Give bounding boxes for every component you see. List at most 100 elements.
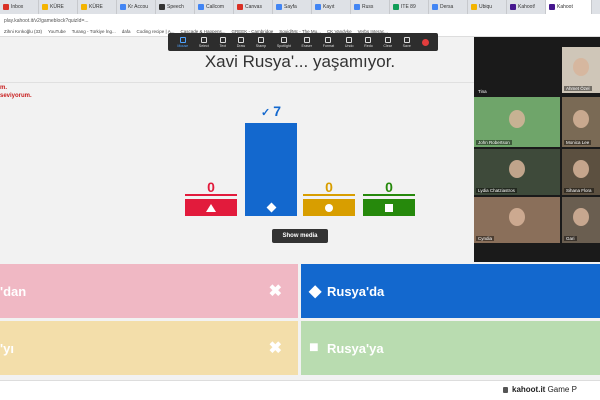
browser-tab[interactable]: Russ	[351, 0, 390, 14]
wrong-cross-icon: ✖	[268, 283, 282, 300]
zoom-annotation-toolbar: Mouse Select Text Draw Stamp Spotlight Eraser F…	[168, 33, 438, 51]
tab-favicon-icon	[315, 4, 321, 10]
browser-tab[interactable]: Ubiqu	[468, 0, 507, 14]
browser-tab[interactable]: Kr Accou	[117, 0, 156, 14]
participant-video-tile[interactable]: John Robertson	[474, 97, 560, 147]
result-bar-base	[185, 199, 237, 216]
browser-tab[interactable]: Sayfa	[273, 0, 312, 14]
clipped-side-text: m. seviyorum.	[0, 84, 32, 100]
tab-favicon-icon	[237, 4, 243, 10]
result-count-value: 7	[273, 103, 281, 119]
tab-favicon-icon	[354, 4, 360, 10]
browser-tab[interactable]: Dersa	[429, 0, 468, 14]
zoom-tool-redo[interactable]: Redo	[364, 36, 373, 48]
bookmark-item[interactable]: YouTube	[48, 29, 66, 34]
zoom-tool-clear[interactable]: Clear	[383, 36, 392, 48]
show-media-button[interactable]: Show media	[272, 229, 328, 243]
zoom-tool-stamp[interactable]: Stamp	[256, 36, 266, 48]
zoom-tool-mouse[interactable]: Mouse	[177, 36, 188, 48]
participant-name: Monica Lee	[564, 140, 592, 145]
tab-label: Speech	[167, 4, 184, 10]
tab-favicon-icon	[159, 4, 165, 10]
bookmark-item[interactable]: dafa	[122, 29, 131, 34]
result-bar-base	[303, 199, 355, 216]
participant-name: Gari	[564, 236, 577, 241]
zoom-tool-label: Undo	[344, 43, 354, 48]
question-divider	[0, 82, 474, 83]
browser-tab[interactable]: Callcom	[195, 0, 234, 14]
participant-video-tile[interactable]: Cyndia	[474, 197, 560, 243]
tab-favicon-icon	[3, 4, 9, 10]
zoom-tool-label: Clear	[383, 43, 392, 48]
tab-label: Dersa	[440, 4, 454, 10]
side-text-line: seviyorum.	[0, 93, 32, 99]
participant-video-tile[interactable]: Lydia Chatziastros	[474, 149, 560, 195]
answer-option[interactable]: Rusya'da ◆	[301, 264, 600, 318]
diamond-icon: ◆	[309, 283, 322, 300]
participant-name: Ahmet Özel	[564, 86, 592, 91]
zoom-tool-text[interactable]: Text	[219, 36, 227, 48]
zoom-tool-label: Draw	[236, 43, 246, 48]
bottom-status-bar: kahoot.it Game P	[0, 380, 600, 400]
participant-video-tile[interactable]: Gari	[562, 197, 600, 243]
tab-label: Kahoot!	[518, 4, 536, 10]
wrong-cross-icon: ✖	[268, 340, 282, 357]
avatar	[509, 160, 525, 178]
result-bar	[245, 123, 297, 199]
browser-tab[interactable]: Kahoot	[546, 0, 592, 14]
stamp-icon	[257, 36, 264, 43]
select-icon	[200, 36, 207, 43]
bookmark-item[interactable]: Zihni Kırıkoğlu (33)	[4, 29, 42, 34]
browser-tab[interactable]: KÜRE	[39, 0, 78, 14]
tab-label: Kahoot	[557, 4, 573, 10]
zoom-tool-draw[interactable]: Draw	[236, 36, 246, 48]
browser-tab[interactable]: Kahoot!	[507, 0, 546, 14]
zoom-tool-save[interactable]: Save	[403, 36, 411, 48]
participant-name: Sihana Flora	[564, 188, 594, 193]
answer-option[interactable]: 'dan ✖	[0, 264, 298, 318]
tab-favicon-icon	[81, 4, 87, 10]
zoom-tool-undo[interactable]: Undo	[344, 36, 354, 48]
bookmark-item[interactable]: Turang - Türkiye İng...	[72, 29, 116, 34]
spotlight-icon	[280, 36, 287, 43]
square-icon	[385, 203, 393, 212]
zoom-tool-select[interactable]: Select	[198, 36, 209, 48]
close-icon[interactable]	[421, 38, 429, 46]
redo-icon	[365, 36, 372, 43]
browser-tab[interactable]: ITE 89	[390, 0, 429, 14]
zoom-tool-format[interactable]: Format	[323, 36, 334, 48]
answer-option[interactable]: 'yı ✖	[0, 321, 298, 375]
zoom-tool-label: Redo	[364, 43, 373, 48]
browser-tab[interactable]: Speech	[156, 0, 195, 14]
side-text-line: m.	[0, 85, 8, 91]
clear-icon	[384, 36, 391, 43]
zoom-tool-label: Text	[219, 43, 227, 48]
video-gallery: Ahmet Özel John Robertson Monica Lee Lydia …	[474, 37, 600, 262]
tab-favicon-icon	[510, 4, 516, 10]
tab-favicon-icon	[198, 4, 204, 10]
zoom-tool-eraser[interactable]: Eraser	[302, 36, 312, 48]
result-count: 0	[185, 179, 237, 195]
participant-video-tile[interactable]: Sihana Flora	[562, 149, 600, 195]
zoom-tool-spotlight[interactable]: Spotlight	[277, 36, 291, 48]
tab-favicon-icon	[393, 4, 399, 10]
circle-icon	[325, 203, 333, 212]
browser-tab[interactable]: KÜRE	[78, 0, 117, 14]
tab-favicon-icon	[432, 4, 438, 10]
participant-video-tile[interactable]: Monica Lee	[562, 97, 600, 147]
address-text: play.kahoot.it/v2/gameblock?quizId=...	[4, 17, 89, 24]
tab-label: KÜRE	[50, 4, 64, 10]
tab-favicon-icon	[276, 4, 282, 10]
result-count-value: 0	[207, 179, 215, 195]
browser-tab[interactable]: Inbox	[0, 0, 39, 14]
participant-name: Cyndia	[476, 236, 495, 241]
answer-option[interactable]: Rusya'ya ■	[301, 321, 600, 375]
browser-tab[interactable]: Kayıt	[312, 0, 351, 14]
avatar	[509, 208, 525, 226]
browser-tab[interactable]: Canvas	[234, 0, 273, 14]
participant-video-tile[interactable]: Ahmet Özel	[562, 47, 600, 93]
zoom-tool-label: Select	[198, 43, 209, 48]
address-bar[interactable]: play.kahoot.it/v2/gameblock?quizId=...	[0, 14, 600, 27]
tab-label: Sayfa	[284, 4, 297, 10]
tab-favicon-icon	[42, 4, 48, 10]
